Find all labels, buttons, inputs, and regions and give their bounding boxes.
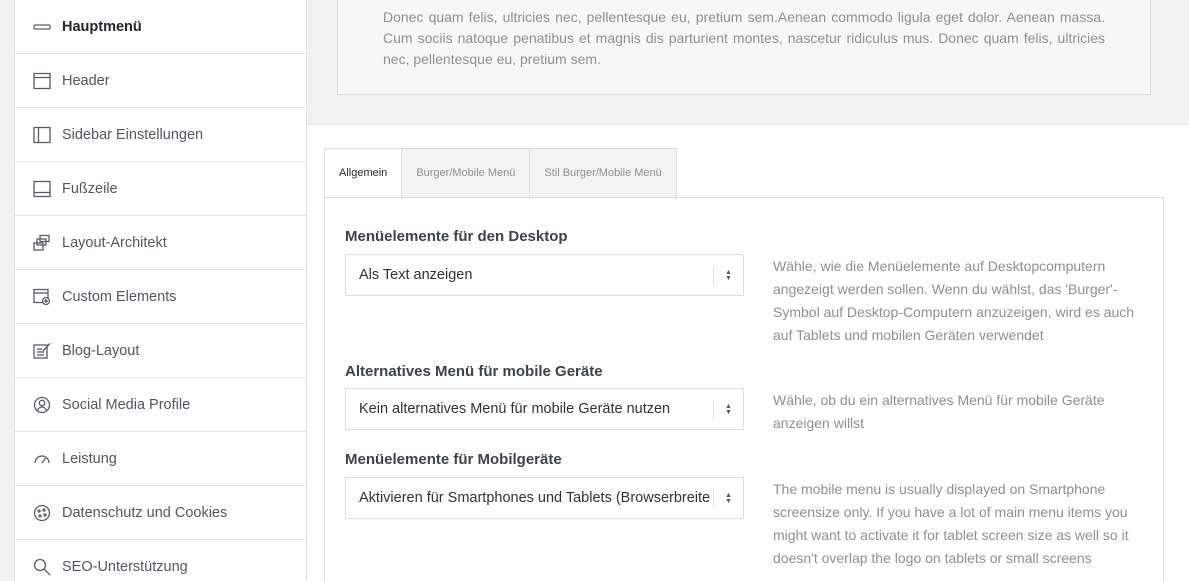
cookie-icon (32, 503, 52, 523)
sidebar-item-label: Blog-Layout (62, 342, 140, 359)
sidebar-item-label: Social Media Profile (62, 396, 191, 413)
select-value: Kein alternatives Menü für mobile Geräte… (359, 401, 671, 417)
settings-sidebar: Hauptmenü Header Sidebar Einstellungen F… (14, 0, 307, 581)
setting-help-text: Wähle, wie die Menüelemente auf Desktopc… (773, 258, 1135, 343)
tab-bar: Allgemein Burger/Mobile Menü Stil Burger… (324, 148, 677, 198)
sidebar-item-performance[interactable]: Leistung (15, 432, 306, 486)
sidebar-item-sidebar-settings[interactable]: Sidebar Einstellungen (15, 108, 306, 162)
setting-desktop-menu: Menüelemente für den Desktop Als Text an… (345, 228, 1145, 343)
sidebar-item-blog-layout[interactable]: Blog-Layout (15, 324, 306, 378)
sidebar-item-custom-elements[interactable]: Custom Elements (15, 270, 306, 324)
sidebar-item-label: Leistung (62, 450, 117, 467)
tab-style-burger-mobile-menu[interactable]: Stil Burger/Mobile Menü (530, 148, 677, 198)
select-value: Aktivieren für Smartphones und Tablets (… (359, 490, 711, 506)
sidebar-icon (32, 125, 52, 145)
social-icon (32, 395, 52, 415)
setting-help-text: Wähle, ob du ein alternatives Menü für m… (773, 392, 1105, 431)
mobile-menu-select[interactable]: Aktivieren für Smartphones und Tablets (… (345, 477, 744, 519)
sidebar-item-label: SEO-Unterstützung (62, 558, 188, 575)
blog-icon (32, 341, 52, 361)
intro-description: Donec quam felis, ultricies nec, pellent… (337, 0, 1151, 95)
chevron-updown-icon: ▲ ▼ (713, 401, 743, 419)
sidebar-item-main-menu[interactable]: Hauptmenü (15, 0, 306, 54)
select-value: Als Text anzeigen (359, 267, 473, 283)
setting-alternative-mobile-menu: Alternatives Menü für mobile Geräte Kein… (345, 363, 1145, 431)
sidebar-item-label: Layout-Architekt (62, 234, 167, 251)
sidebar-item-label: Datenschutz und Cookies (62, 504, 228, 521)
main-menu-icon (32, 17, 52, 37)
setting-title: Alternatives Menü für mobile Geräte (345, 363, 603, 380)
setting-title: Menüelemente für den Desktop (345, 228, 568, 245)
alternative-menu-select[interactable]: Kein alternatives Menü für mobile Geräte… (345, 388, 744, 430)
sidebar-item-label: Custom Elements (62, 288, 177, 305)
sidebar-item-privacy-cookies[interactable]: Datenschutz und Cookies (15, 486, 306, 540)
header-icon (32, 71, 52, 91)
chevron-updown-icon: ▲ ▼ (713, 267, 743, 285)
sidebar-item-label: Sidebar Einstellungen (62, 126, 204, 143)
settings-main: Donec quam felis, ultricies nec, pellent… (307, 0, 1189, 581)
sidebar-item-footer[interactable]: Fußzeile (15, 162, 306, 216)
sidebar-item-label: Hauptmenü (62, 19, 142, 35)
search-icon (32, 557, 52, 577)
setting-help-text: The mobile menu is usually displayed on … (773, 481, 1129, 566)
setting-title: Menüelemente für Mobilgeräte (345, 451, 562, 468)
tab-burger-mobile-menu[interactable]: Burger/Mobile Menü (402, 148, 531, 198)
sidebar-item-social-media[interactable]: Social Media Profile (15, 378, 306, 432)
sidebar-item-seo[interactable]: SEO-Unterstützung (15, 540, 306, 581)
desktop-menu-select[interactable]: Als Text anzeigen ▲ ▼ (345, 254, 744, 296)
setting-mobile-menu: Menüelemente für Mobilgeräte Aktivieren … (345, 451, 1145, 566)
footer-icon (32, 179, 52, 199)
sidebar-item-layout-architect[interactable]: Layout-Architekt (15, 216, 306, 270)
sidebar-item-header[interactable]: Header (15, 54, 306, 108)
sidebar-item-label: Fußzeile (62, 180, 118, 197)
layout-icon (32, 233, 52, 253)
sidebar-item-label: Header (62, 72, 110, 89)
options-area: Allgemein Burger/Mobile Menü Stil Burger… (307, 124, 1189, 581)
custom-elements-icon (32, 287, 52, 307)
chevron-updown-icon: ▲ ▼ (713, 490, 743, 508)
tab-general[interactable]: Allgemein (324, 148, 403, 198)
performance-icon (32, 449, 52, 469)
tab-panel-general: Menüelemente für den Desktop Als Text an… (324, 197, 1164, 581)
